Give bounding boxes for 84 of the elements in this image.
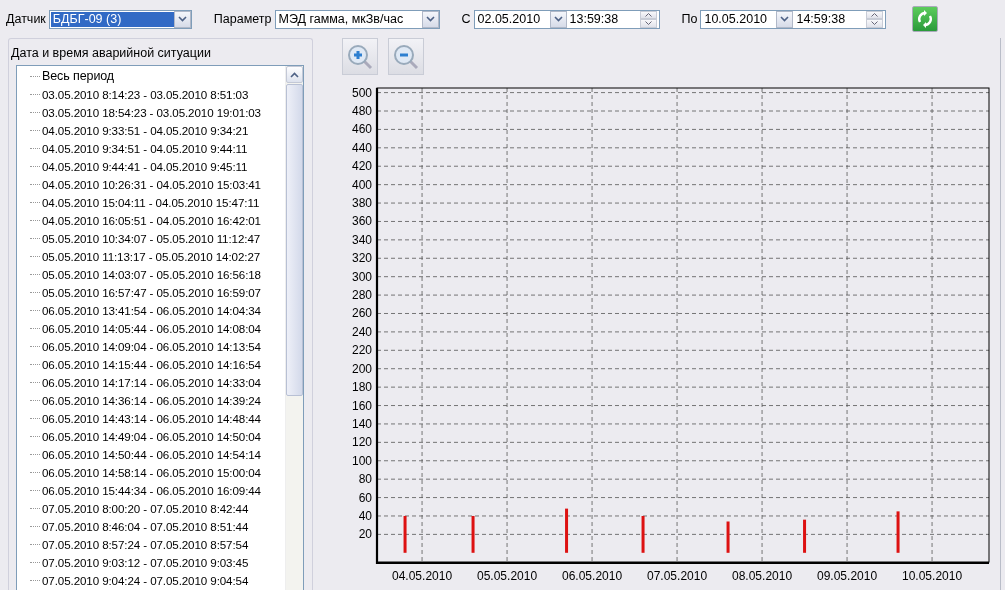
y-tick-label: 40 bbox=[358, 509, 372, 523]
y-tick-label: 500 bbox=[351, 85, 372, 100]
tree-item[interactable]: Весь период bbox=[42, 69, 115, 83]
tree-item[interactable]: 06.05.2010 14:49:04 - 06.05.2010 14:50:04 bbox=[42, 429, 261, 443]
field-label: По bbox=[681, 12, 698, 26]
y-tick-label: 160 bbox=[351, 398, 372, 413]
field-label: Датчик bbox=[6, 12, 46, 26]
spin-down-icon[interactable] bbox=[639, 19, 657, 28]
y-tick-label: 440 bbox=[351, 140, 372, 155]
tree-item[interactable]: 04.05.2010 9:44:41 - 04.05.2010 9:45:11 bbox=[42, 159, 248, 173]
refresh-icon[interactable] bbox=[912, 6, 939, 32]
tree-item[interactable]: 06.05.2010 13:41:54 - 06.05.2010 14:04:34 bbox=[42, 303, 261, 317]
y-tick-label: 220 bbox=[351, 343, 372, 358]
tree-item[interactable]: 06.05.2010 14:36:14 - 06.05.2010 14:39:24 bbox=[42, 393, 261, 407]
tree-item[interactable]: 07.05.2010 8:00:20 - 07.05.2010 8:42:44 bbox=[42, 501, 249, 515]
y-tick-label: 240 bbox=[351, 324, 372, 339]
tree-item[interactable]: 06.05.2010 14:09:04 - 06.05.2010 14:13:54 bbox=[42, 339, 261, 353]
bar bbox=[471, 516, 475, 553]
date-time-picker[interactable]: 10.05.2010 14:59:38 bbox=[700, 9, 887, 29]
field-label: Параметр bbox=[213, 12, 272, 26]
bar bbox=[896, 511, 900, 553]
tree-item[interactable]: 05.05.2010 16:57:47 - 05.05.2010 16:59:07 bbox=[42, 285, 261, 299]
tree-item[interactable]: 05.05.2010 11:13:17 - 05.05.2010 14:02:27 bbox=[42, 249, 261, 263]
scrollbar[interactable] bbox=[285, 66, 303, 590]
tree-item[interactable]: 06.05.2010 14:15:44 - 06.05.2010 14:16:54 bbox=[42, 357, 261, 371]
tree-item[interactable]: 04.05.2010 9:33:51 - 04.05.2010 9:34:21 bbox=[42, 123, 249, 137]
scroll-up-icon[interactable] bbox=[286, 66, 303, 83]
tree-item[interactable]: 07.05.2010 9:04:24 - 07.05.2010 9:04:54 bbox=[42, 573, 249, 587]
x-tick-label: 09.05.2010 bbox=[817, 569, 878, 583]
tree-item[interactable]: 04.05.2010 9:34:51 - 04.05.2010 9:44:11 bbox=[42, 141, 248, 155]
zoom-in-icon[interactable] bbox=[342, 38, 378, 75]
y-tick-label: 200 bbox=[351, 361, 372, 376]
x-tick-label: 06.05.2010 bbox=[562, 569, 623, 583]
tree-item[interactable]: 06.05.2010 15:44:34 - 06.05.2010 16:09:44 bbox=[42, 483, 261, 497]
x-tick-label: 05.05.2010 bbox=[477, 569, 538, 583]
x-tick-label: 08.05.2010 bbox=[732, 569, 793, 583]
y-tick-label: 260 bbox=[351, 306, 372, 321]
scroll-thumb[interactable] bbox=[286, 84, 303, 396]
tree-item[interactable]: 06.05.2010 14:17:14 - 06.05.2010 14:33:04 bbox=[42, 375, 261, 389]
y-tick-label: 80 bbox=[358, 472, 372, 487]
tree-item[interactable]: 04.05.2010 15:04:11 - 04.05.2010 15:47:11 bbox=[42, 195, 260, 209]
y-tick-label: 280 bbox=[351, 288, 372, 303]
tree-item[interactable]: 06.05.2010 14:50:44 - 06.05.2010 14:54:14 bbox=[42, 447, 261, 461]
dropdown[interactable]: МЭД гамма, мкЗв/час bbox=[274, 9, 440, 29]
date-time-picker[interactable]: 02.05.2010 13:59:38 bbox=[473, 9, 660, 29]
y-tick-label: 320 bbox=[351, 251, 372, 266]
tree-item[interactable]: 04.05.2010 10:26:31 - 04.05.2010 15:03:41 bbox=[42, 177, 261, 191]
y-tick-label: 420 bbox=[351, 159, 372, 174]
y-tick-label: 480 bbox=[351, 104, 372, 118]
tree-item[interactable]: 07.05.2010 9:03:12 - 07.05.2010 9:03:45 bbox=[42, 555, 249, 569]
spin-down-icon[interactable] bbox=[866, 19, 884, 28]
bar bbox=[641, 516, 645, 553]
tree-item[interactable]: 06.05.2010 14:58:14 - 06.05.2010 15:00:04 bbox=[42, 465, 261, 479]
y-tick-label: 140 bbox=[351, 416, 372, 431]
y-tick-label: 20 bbox=[358, 527, 372, 542]
bar bbox=[803, 519, 807, 553]
tree-item[interactable]: 05.05.2010 10:34:07 - 05.05.2010 11:12:47 bbox=[42, 231, 261, 245]
y-tick-label: 460 bbox=[351, 122, 372, 137]
bar bbox=[403, 516, 407, 553]
tree-item[interactable]: 05.05.2010 14:03:07 - 05.05.2010 16:56:18 bbox=[42, 267, 261, 281]
tree-item[interactable]: 06.05.2010 14:05:44 - 06.05.2010 14:08:04 bbox=[42, 321, 261, 335]
y-tick-label: 400 bbox=[351, 177, 372, 192]
y-tick-label: 380 bbox=[351, 196, 372, 211]
y-tick-label: 100 bbox=[351, 453, 372, 468]
y-tick-label: 180 bbox=[351, 380, 372, 395]
tree-item[interactable]: 03.05.2010 18:54:23 - 03.05.2010 19:01:03 bbox=[42, 105, 261, 119]
bar bbox=[565, 508, 569, 553]
y-tick-label: 340 bbox=[351, 232, 372, 247]
tree-item[interactable]: 07.05.2010 8:46:04 - 07.05.2010 8:51:44 bbox=[42, 519, 249, 533]
y-tick-label: 120 bbox=[351, 435, 372, 450]
field-label: С bbox=[461, 12, 471, 26]
tree-item[interactable]: 03.05.2010 8:14:23 - 03.05.2010 8:51:03 bbox=[42, 87, 249, 101]
x-tick-label: 07.05.2010 bbox=[647, 569, 708, 583]
y-tick-label: 360 bbox=[351, 214, 372, 229]
x-tick-label: 10.05.2010 bbox=[902, 569, 963, 583]
x-tick-label: 04.05.2010 bbox=[392, 569, 453, 583]
group-title: Дата и время аварийной ситуации bbox=[10, 45, 212, 62]
y-tick-label: 300 bbox=[351, 269, 372, 284]
tree-item[interactable]: 06.05.2010 14:43:14 - 06.05.2010 14:48:44 bbox=[42, 411, 261, 425]
dropdown[interactable]: БДБГ-09 (3) bbox=[48, 9, 192, 29]
bar bbox=[726, 521, 730, 553]
tree-item[interactable]: 04.05.2010 16:05:51 - 04.05.2010 16:42:01 bbox=[42, 213, 261, 227]
tree-item[interactable]: 07.05.2010 8:57:24 - 07.05.2010 8:57:54 bbox=[42, 537, 249, 551]
y-tick-label: 60 bbox=[358, 490, 372, 505]
